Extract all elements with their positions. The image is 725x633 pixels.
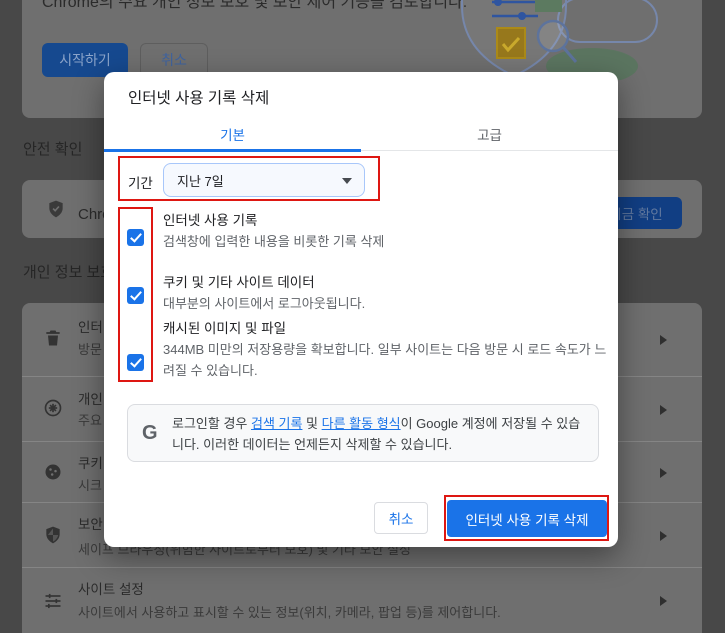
tab-basic[interactable]: 기본 <box>104 117 361 151</box>
safety-check-illustration <box>461 0 658 80</box>
checked-square <box>496 27 526 59</box>
dialog-cancel-button[interactable]: 취소 <box>374 502 428 534</box>
privacy-guide-icon <box>44 399 62 417</box>
tune-icon <box>45 593 61 609</box>
shield-icon <box>46 526 60 544</box>
signin-note-text: 로그인할 경우 검색 기록 및 다른 활동 형식이 Google 계정에 저장될… <box>172 416 581 452</box>
other-activity-link[interactable]: 다른 활동 형식 <box>322 416 401 431</box>
chevron-right-icon <box>660 596 667 606</box>
dialog-title: 인터넷 사용 기록 삭제 <box>128 90 270 107</box>
row-site-settings[interactable]: 사이트 설정 사이트에서 사용하고 표시할 수 있는 정보(위치, 카메라, 팝… <box>22 568 702 633</box>
shield-check-icon <box>49 200 63 218</box>
annotation-box-checkboxes <box>118 207 153 382</box>
item-cached-files: 캐시된 이미지 및 파일 344MB 미만의 저장용량을 확보합니다. 일부 사… <box>163 321 607 378</box>
safety-check-heading: 안전 확인 <box>23 141 83 158</box>
cookie-icon <box>45 464 61 480</box>
magnifier-icon <box>536 19 570 53</box>
google-signin-note: G 로그인할 경우 검색 기록 및 다른 활동 형식이 Google 계정에 저… <box>127 404 599 462</box>
clear-browsing-data-dialog: 인터넷 사용 기록 삭제 기본 고급 기간 지난 7일 인터넷 사용 기록 검색… <box>104 72 618 547</box>
item-cookies: 쿠키 및 기타 사이트 데이터 대부분의 사이트에서 로그아웃됩니다. <box>163 275 366 311</box>
pill-outline-icon <box>557 0 658 43</box>
google-g-icon: G <box>142 422 158 444</box>
privacy-heading: 개인 정보 보호 <box>23 264 115 281</box>
chevron-right-icon <box>660 468 667 478</box>
chevron-right-icon <box>660 405 667 415</box>
green-square <box>535 0 562 12</box>
annotation-box-confirm <box>444 495 609 541</box>
annotation-box-period <box>118 156 380 201</box>
chevron-right-icon <box>660 531 667 541</box>
chevron-right-icon <box>660 335 667 345</box>
dialog-tabs: 기본 고급 <box>104 117 618 151</box>
active-tab-underline <box>104 149 361 152</box>
item-browsing-history: 인터넷 사용 기록 검색창에 입력한 내용을 비롯한 기록 삭제 <box>163 213 385 249</box>
search-history-link[interactable]: 검색 기록 <box>251 416 302 431</box>
trash-icon <box>46 330 60 346</box>
tab-advanced[interactable]: 고급 <box>361 117 618 151</box>
